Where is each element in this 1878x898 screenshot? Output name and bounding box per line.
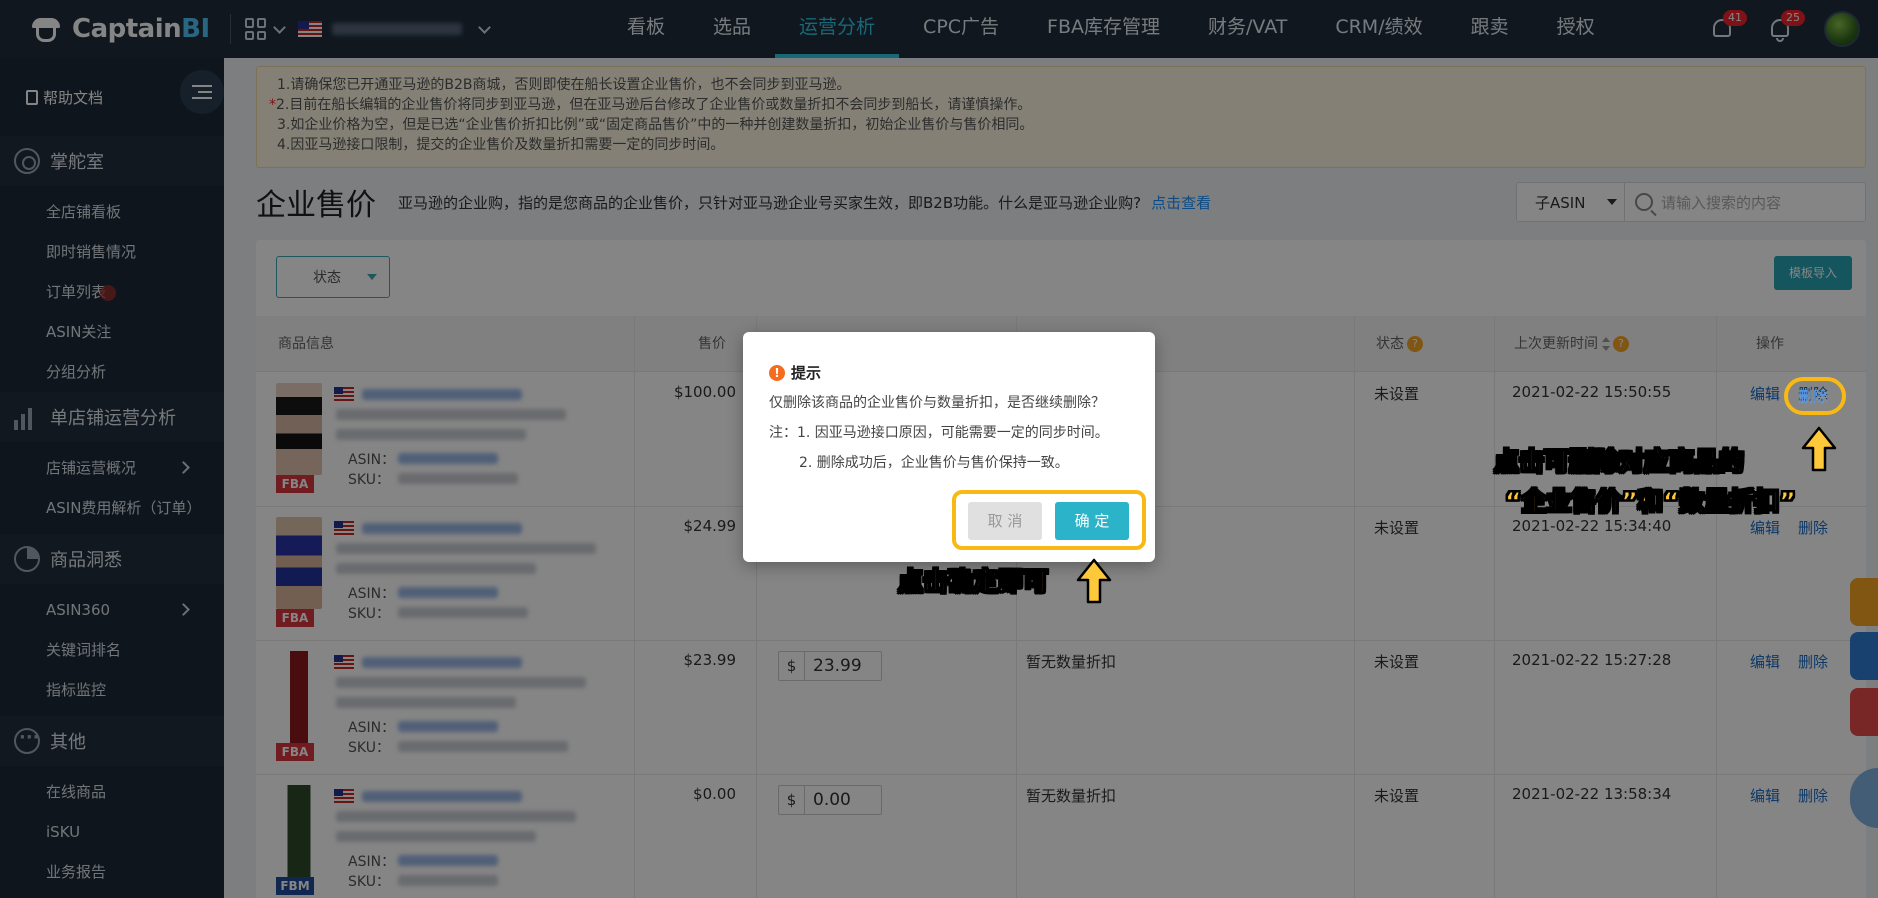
buttons-highlight: [952, 490, 1146, 550]
warning-icon: !: [769, 364, 785, 381]
delete-link-highlighted[interactable]: 删除: [1798, 386, 1828, 407]
up-arrow-icon: [1801, 426, 1837, 472]
delete-hint-line2: “企业售价”和“数量折扣”: [1505, 487, 1797, 517]
dialog-note: 注：1. 因亚马逊接口原因，可能需要一定的同步时间。: [769, 425, 1109, 441]
dialog-note: 2. 删除成功后，企业售价与售价保持一致。: [799, 455, 1069, 471]
delete-hint-line1: 点击可删除对应商品的: [1493, 447, 1745, 477]
dialog-message: 仅删除该商品的企业售价与数量折扣，是否继续删除？: [769, 395, 1105, 411]
dialog-title: ! 提示: [769, 362, 821, 383]
confirm-hint-text: 点击确定即可: [897, 567, 1049, 597]
up-arrow-icon: [1076, 558, 1112, 604]
